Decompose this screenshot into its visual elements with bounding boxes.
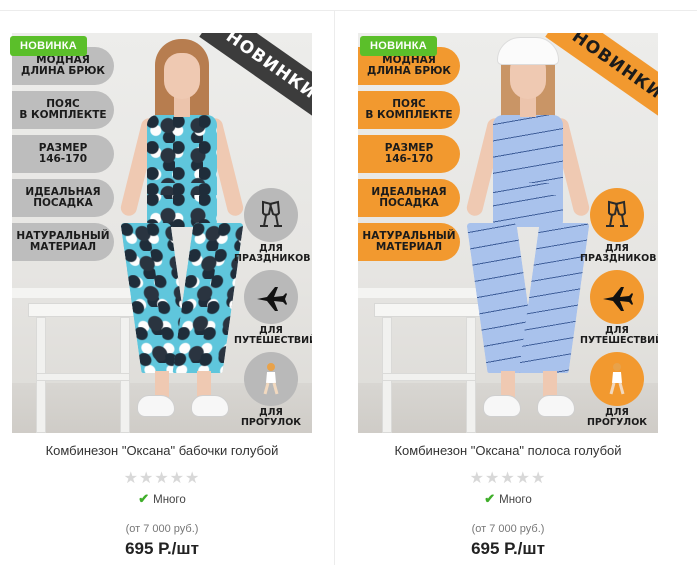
rating-stars[interactable]: ★★★★★ [0, 468, 324, 488]
feature-label: ПОЯС В КОМПЛЕКТЕ [12, 91, 114, 129]
champagne-glasses-icon [590, 188, 644, 242]
use-walks: ДЛЯ ПРОГУЛОК [234, 352, 308, 428]
feature-label: ПОЯС В КОМПЛЕКТЕ [358, 91, 460, 129]
product-photo[interactable]: МОДНАЯ ДЛИНА БРЮК ПОЯС В КОМПЛЕКТЕ РАЗМЕ… [12, 33, 312, 433]
feature-label: НАТУРАЛЬНЫЙ МАТЕРИАЛ [358, 223, 460, 261]
champagne-glasses-icon [244, 188, 298, 242]
column-divider [334, 10, 335, 565]
model-figure [463, 33, 593, 433]
product-card[interactable]: МОДНАЯ ДЛИНА БРЮК ПОЯС В КОМПЛЕКТЕ РАЗМЕ… [346, 11, 676, 565]
use-label: ДЛЯ ПРАЗДНИКОВ [580, 243, 657, 264]
stock-status: ✔ Много [0, 491, 324, 507]
check-icon: ✔ [138, 491, 150, 506]
use-label: ДЛЯ ПУТЕШЕСТВИЙ [234, 325, 312, 346]
bucket-hat [497, 37, 559, 65]
product-grid: МОДНАЯ ДЛИНА БРЮК ПОЯС В КОМПЛЕКТЕ РАЗМЕ… [0, 0, 697, 565]
airplane-icon [244, 270, 298, 324]
product-card[interactable]: МОДНАЯ ДЛИНА БРЮК ПОЯС В КОМПЛЕКТЕ РАЗМЕ… [0, 11, 330, 565]
product-title[interactable]: Комбинезон "Оксана" бабочки голубой [0, 443, 324, 458]
use-label: ДЛЯ ПРАЗДНИКОВ [234, 243, 311, 264]
price: 695 Р./шт [471, 539, 545, 558]
use-label: ДЛЯ ПРОГУЛОК [240, 407, 302, 428]
use-celebrations: ДЛЯ ПРАЗДНИКОВ [580, 188, 657, 264]
stock-label: Много [153, 494, 186, 506]
stock-status: ✔ Много [346, 491, 670, 507]
rating-stars[interactable]: ★★★★★ [346, 468, 670, 488]
check-icon: ✔ [484, 491, 496, 506]
walking-person-icon [590, 352, 644, 406]
price: 695 Р./шт [125, 539, 199, 558]
use-label: ДЛЯ ПУТЕШЕСТВИЙ [580, 325, 658, 346]
use-walks: ДЛЯ ПРОГУЛОК [580, 352, 654, 428]
stock-label: Много [499, 494, 532, 506]
product-photo[interactable]: МОДНАЯ ДЛИНА БРЮК ПОЯС В КОМПЛЕКТЕ РАЗМЕ… [358, 33, 658, 433]
feature-label: ИДЕАЛЬНАЯ ПОСАДКА [358, 179, 460, 217]
use-celebrations: ДЛЯ ПРАЗДНИКОВ [234, 188, 311, 264]
use-label: ДЛЯ ПРОГУЛОК [586, 407, 648, 428]
feature-label: ИДЕАЛЬНАЯ ПОСАДКА [12, 179, 114, 217]
model-figure [117, 33, 247, 433]
product-title[interactable]: Комбинезон "Оксана" полоса голубой [346, 443, 670, 458]
airplane-icon [590, 270, 644, 324]
feature-label: РАЗМЕР 146-170 [12, 135, 114, 173]
walking-person-icon [244, 352, 298, 406]
new-badge: НОВИНКА [10, 36, 88, 56]
feature-label: РАЗМЕР 146-170 [358, 135, 460, 173]
wholesale-minimum: (от 7 000 руб.) [125, 523, 199, 535]
use-travel: ДЛЯ ПУТЕШЕСТВИЙ [234, 270, 312, 346]
wholesale-minimum: (от 7 000 руб.) [471, 523, 545, 535]
feature-label: НАТУРАЛЬНЫЙ МАТЕРИАЛ [12, 223, 114, 261]
new-badge: НОВИНКА [360, 36, 438, 56]
use-travel: ДЛЯ ПУТЕШЕСТВИЙ [580, 270, 658, 346]
